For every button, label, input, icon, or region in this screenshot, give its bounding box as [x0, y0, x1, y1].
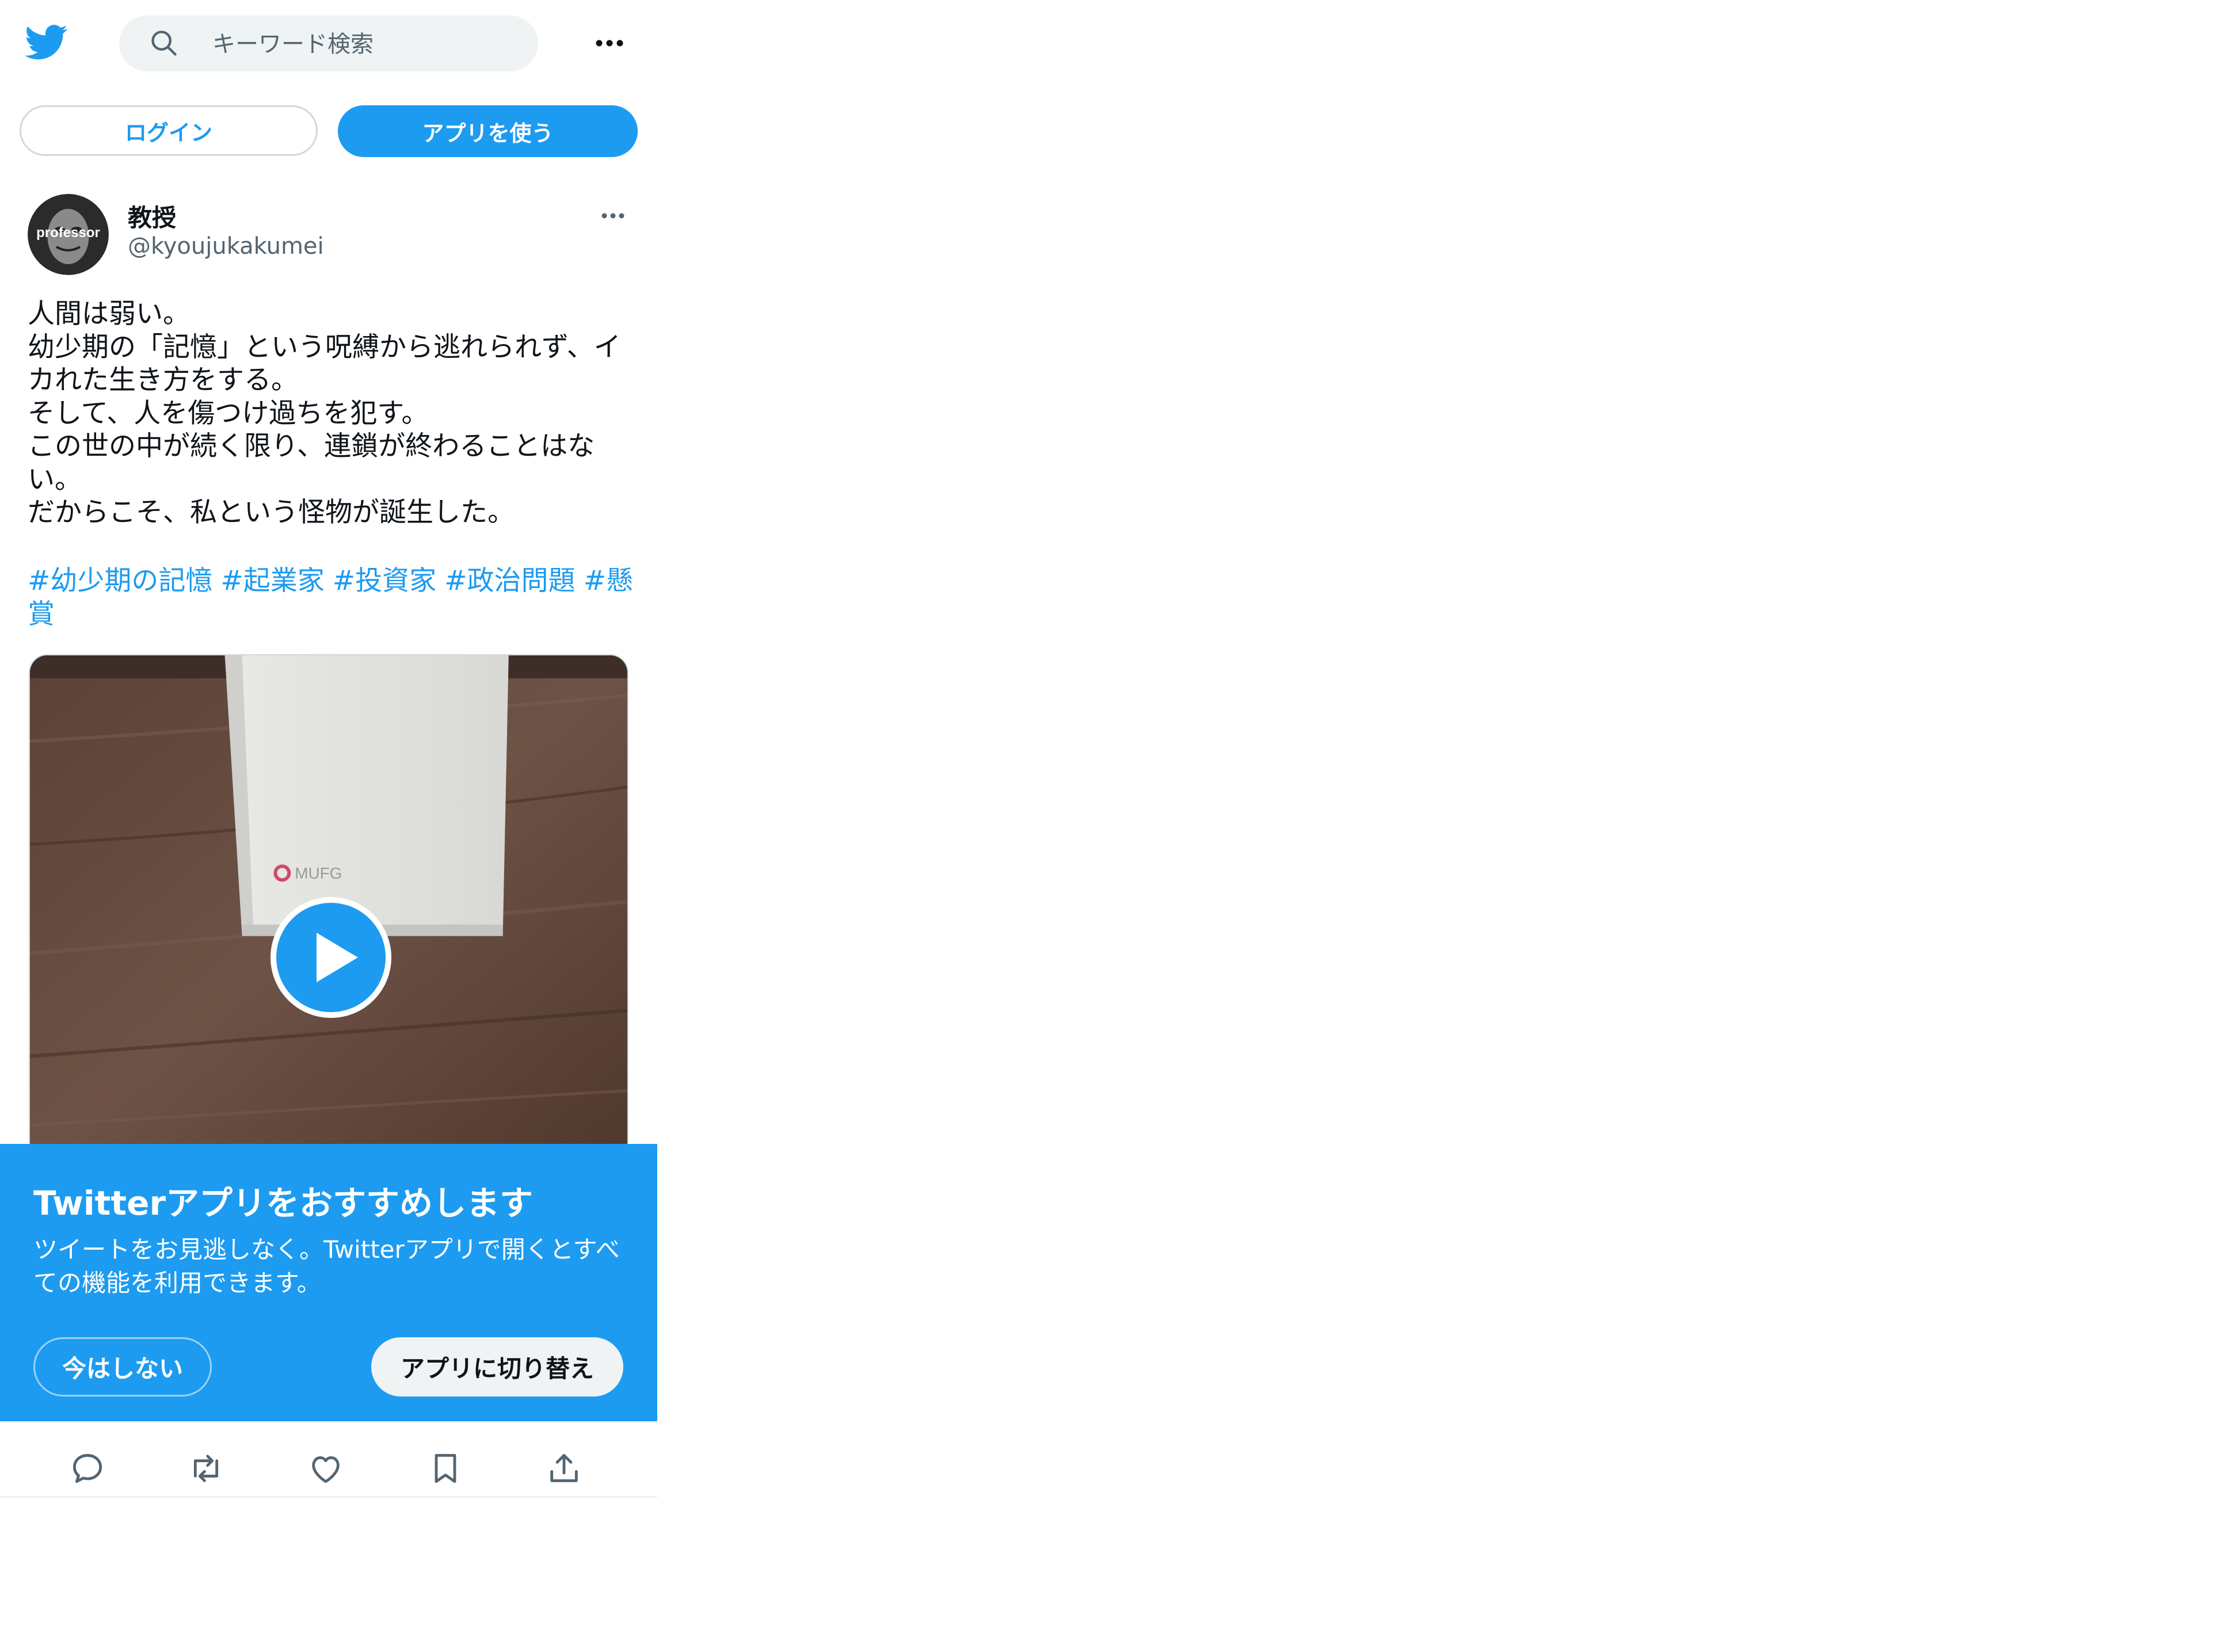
hashtag-link[interactable]: #起業家 [220, 565, 324, 597]
banner-description: ツイートをお見逃しなく。Twitterアプリで開くとすべての機能を利用できます。 [33, 1235, 620, 1297]
play-icon[interactable] [271, 897, 391, 1018]
avatar-mask-image: professor [28, 194, 109, 275]
search-input[interactable] [211, 16, 524, 73]
twitter-bird-icon[interactable] [25, 21, 68, 63]
app-promo-banner: Twitterアプリをおすすめします ツイートをお見逃しなく。Twitterアプ… [0, 1144, 657, 1421]
search-bar[interactable] [119, 16, 538, 73]
more-horizontal-icon[interactable] [592, 30, 627, 56]
hashtag-link[interactable]: #投資家 [333, 565, 436, 597]
share-icon[interactable] [546, 1450, 582, 1487]
banner-title: Twitterアプリをおすすめします [33, 1184, 534, 1223]
use-app-button[interactable]: アプリを使う [338, 105, 638, 157]
author-name[interactable]: 教授 [128, 199, 176, 234]
avatar-text: professor [36, 225, 100, 241]
bookmark-icon[interactable] [427, 1450, 464, 1487]
avatar[interactable]: professor [28, 194, 109, 275]
login-button[interactable]: ログイン [20, 105, 318, 156]
divider [0, 1496, 657, 1498]
video-thumbnail[interactable]: MUFG [29, 654, 628, 1161]
divider [0, 1421, 657, 1423]
switch-to-app-button[interactable]: アプリに切り替え [371, 1337, 623, 1397]
author-handle[interactable]: @kyoujukakumei [128, 233, 324, 260]
search-icon [151, 30, 177, 56]
hashtag-link[interactable]: #幼少期の記憶 [28, 565, 212, 597]
hashtag-list: #幼少期の記憶 #起業家 #投資家 #政治問題 #懸賞 [28, 564, 638, 631]
hashtag-link[interactable]: #政治問題 [444, 565, 575, 597]
tweet-text: 人間は弱い。 幼少期の「記憶」という呪縛から逃れられず、イカれた生き方をする。 … [28, 298, 621, 528]
reply-icon[interactable] [69, 1450, 106, 1487]
heart-icon[interactable] [307, 1450, 344, 1487]
not-now-button[interactable]: 今はしない [33, 1337, 212, 1397]
retweet-icon[interactable] [188, 1450, 224, 1487]
tweet-more-icon[interactable] [599, 207, 627, 224]
twitter-mobile-page: ログイン アプリを使う professor 教授 @kyoujukakumei … [0, 0, 657, 1652]
media-logo-text: MUFG [295, 864, 342, 882]
